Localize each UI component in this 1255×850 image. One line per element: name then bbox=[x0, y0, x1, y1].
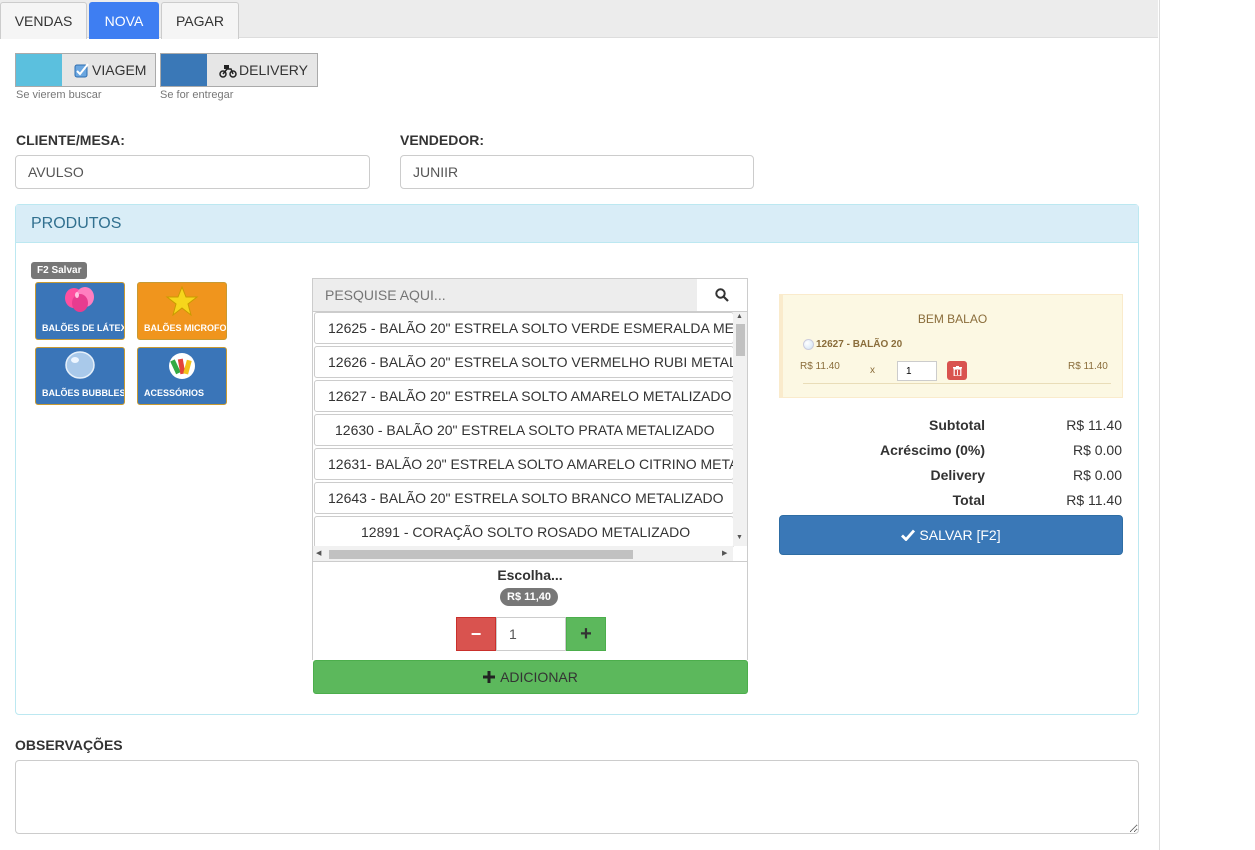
increment-button[interactable]: + bbox=[566, 617, 606, 651]
cart-times: x bbox=[870, 365, 875, 376]
tab-nova[interactable]: NOVA bbox=[89, 2, 159, 39]
accessories-icon bbox=[169, 353, 195, 379]
product-item[interactable]: 12625 - BALÃO 20" ESTRELA SOLTO VERDE ES… bbox=[314, 312, 734, 344]
product-picker: Escolha... R$ 11,40 − + bbox=[312, 562, 748, 660]
gold-star-icon bbox=[165, 286, 199, 316]
check-square-icon bbox=[74, 63, 89, 78]
category-label: BALÕES MICROFOIL bbox=[144, 323, 227, 333]
product-list[interactable]: 12625 - BALÃO 20" ESTRELA SOLTO VERDE ES… bbox=[312, 312, 748, 562]
tab-bar: VENDAS NOVA PAGAR bbox=[0, 0, 1158, 39]
viagem-label: VIAGEM bbox=[92, 62, 147, 78]
category-label: BALÕES DE LÁTEX bbox=[42, 323, 125, 333]
vertical-scroll-thumb[interactable] bbox=[736, 324, 745, 356]
check-icon bbox=[901, 529, 916, 541]
cart-qty-input[interactable] bbox=[897, 361, 937, 381]
horizontal-scroll-thumb[interactable] bbox=[329, 550, 633, 559]
delivery-fee-label: Delivery bbox=[930, 467, 985, 483]
vendedor-input[interactable] bbox=[400, 155, 754, 189]
plus-icon: + bbox=[580, 622, 592, 645]
cart-title: BEM BALAO bbox=[917, 312, 988, 326]
category-microfoil[interactable]: BALÕES MICROFOIL bbox=[137, 282, 227, 340]
product-item[interactable]: 12626 - BALÃO 20" ESTRELA SOLTO VERMELHO… bbox=[314, 346, 734, 378]
quantity-input[interactable] bbox=[496, 617, 566, 651]
delivery-fee-value: R$ 0.00 bbox=[1072, 467, 1122, 483]
cart-unit-price: R$ 11.40 bbox=[800, 361, 840, 372]
price-badge: R$ 11,40 bbox=[500, 588, 559, 606]
pos-app: VENDAS NOVA PAGAR VIAGEM Se vierem busca… bbox=[0, 0, 1160, 850]
cart-line-total: R$ 11.40 bbox=[1068, 361, 1108, 372]
add-button-label: ADICIONAR bbox=[500, 669, 578, 685]
picker-title: Escolha... bbox=[497, 567, 563, 583]
observacoes-textarea[interactable] bbox=[15, 760, 1139, 834]
balloon-thumbnail-icon bbox=[803, 339, 814, 350]
viagem-swatch bbox=[16, 54, 62, 86]
total-value: R$ 11.40 bbox=[1066, 492, 1122, 508]
category-bubbles[interactable]: BALÕES BUBBLES bbox=[35, 347, 125, 405]
remove-item-button[interactable] bbox=[947, 361, 967, 380]
search-input[interactable] bbox=[313, 279, 697, 311]
category-label: ACESSÓRIOS bbox=[144, 388, 205, 398]
subtotal-label: Subtotal bbox=[929, 417, 985, 433]
category-label: BALÕES BUBBLES bbox=[42, 388, 125, 398]
subtotal-value: R$ 11.40 bbox=[1066, 417, 1122, 433]
tab-vendas[interactable]: VENDAS bbox=[0, 2, 87, 39]
vendedor-label: VENDEDOR: bbox=[400, 132, 485, 148]
cart-box: BEM BALAO 12627 - BALÃO 20 R$ 11.40 x R$… bbox=[779, 294, 1123, 398]
panel-title: PRODUTOS bbox=[16, 205, 1138, 243]
f2-shortcut-badge: F2 Salvar bbox=[31, 262, 88, 279]
product-item[interactable]: 12630 - BALÃO 20" ESTRELA SOLTO PRATA ME… bbox=[314, 414, 734, 446]
delivery-hint: Se for entregar bbox=[160, 89, 234, 101]
delivery-button[interactable]: DELIVERY bbox=[160, 53, 318, 87]
motorbike-icon bbox=[219, 65, 237, 78]
trash-icon bbox=[952, 365, 962, 376]
tab-pagar[interactable]: PAGAR bbox=[161, 2, 239, 39]
pink-balloons-icon bbox=[65, 287, 94, 312]
vertical-scrollbar[interactable]: ▲ ▼ bbox=[733, 312, 747, 546]
cliente-label: CLIENTE/MESA: bbox=[16, 132, 125, 148]
cart-divider bbox=[803, 383, 1111, 384]
add-button[interactable]: ADICIONAR bbox=[313, 660, 748, 694]
save-button[interactable]: SALVAR [F2] bbox=[779, 515, 1123, 555]
total-label: Total bbox=[952, 492, 985, 508]
product-item[interactable]: 12643 - BALÃO 20" ESTRELA SOLTO BRANCO M… bbox=[314, 482, 734, 514]
category-acessorios[interactable]: ACESSÓRIOS bbox=[137, 347, 227, 405]
cart-item-label: 12627 - BALÃO 20 bbox=[816, 339, 903, 350]
plus-icon bbox=[483, 671, 496, 683]
delivery-label: DELIVERY bbox=[239, 62, 308, 78]
delivery-swatch bbox=[161, 54, 207, 86]
category-latex[interactable]: BALÕES DE LÁTEX bbox=[35, 282, 125, 340]
cart-item-name: 12627 - BALÃO 20 bbox=[803, 339, 902, 350]
viagem-button[interactable]: VIAGEM bbox=[15, 53, 156, 87]
quantity-stepper: − + bbox=[456, 617, 606, 651]
cliente-input[interactable] bbox=[15, 155, 370, 189]
bubble-balloon-icon bbox=[65, 351, 95, 379]
acrescimo-label: Acréscimo (0%) bbox=[879, 442, 985, 458]
product-item[interactable]: 12631- BALÃO 20" ESTRELA SOLTO AMARELO C… bbox=[314, 448, 734, 480]
product-item[interactable]: 12627 - BALÃO 20" ESTRELA SOLTO AMARELO … bbox=[314, 380, 734, 412]
horizontal-scrollbar[interactable]: ◀ ▶ bbox=[313, 546, 733, 561]
minus-icon: − bbox=[470, 623, 482, 644]
decrement-button[interactable]: − bbox=[456, 617, 496, 651]
acrescimo-value: R$ 0.00 bbox=[1072, 442, 1122, 458]
search-icon bbox=[715, 288, 729, 302]
viagem-hint: Se vierem buscar bbox=[16, 89, 102, 101]
search-button[interactable] bbox=[697, 279, 747, 311]
search-box bbox=[312, 278, 748, 312]
product-item[interactable]: 12891 - CORAÇÃO SOLTO ROSADO METALIZADO bbox=[314, 516, 734, 548]
save-button-label: SALVAR [F2] bbox=[919, 527, 1001, 543]
observacoes-label: OBSERVAÇÕES bbox=[15, 737, 123, 753]
